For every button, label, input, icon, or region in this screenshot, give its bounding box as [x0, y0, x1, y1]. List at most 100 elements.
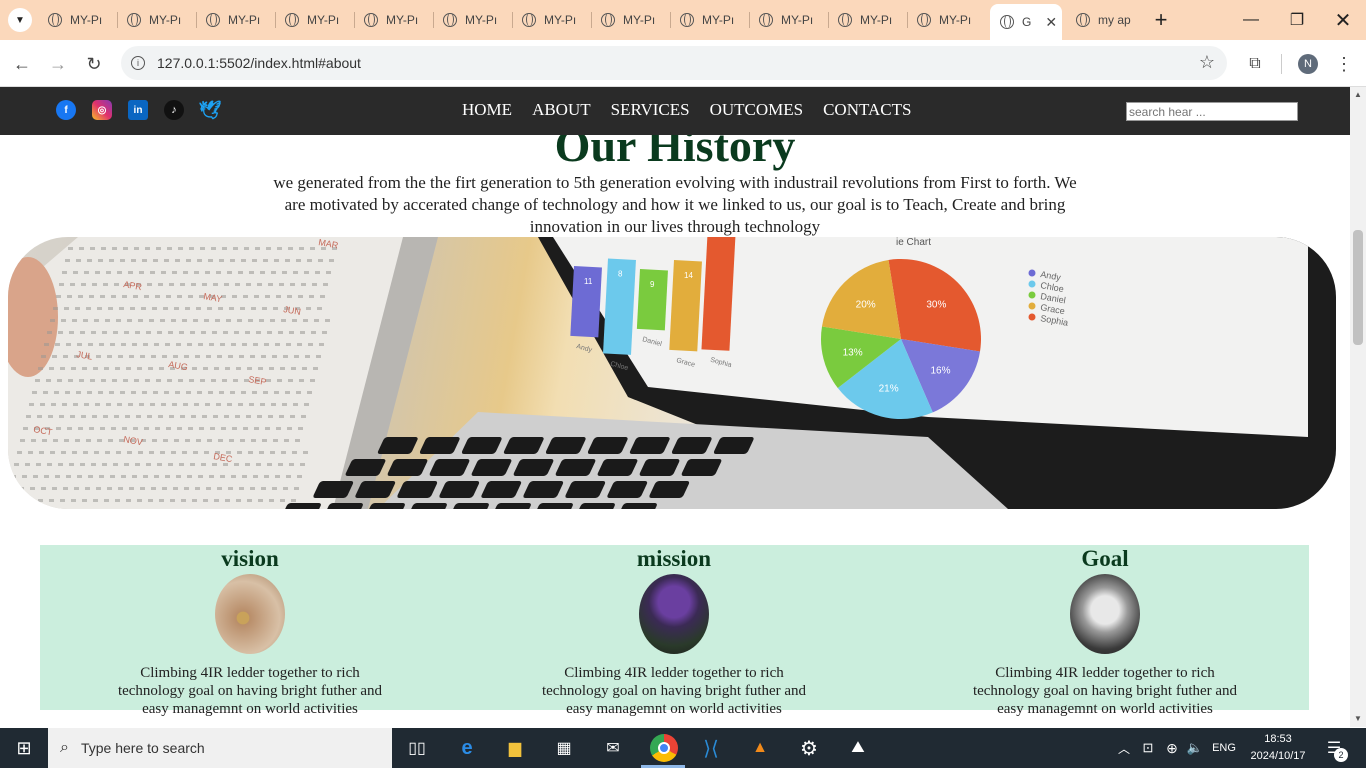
settings-gear-icon[interactable]: ⚙: [797, 736, 821, 760]
browser-tab[interactable]: G ✕: [990, 4, 1062, 40]
nav-services-link[interactable]: SERVICES: [611, 100, 690, 120]
file-explorer-icon[interactable]: ▆: [503, 736, 527, 760]
speaker-icon[interactable]: 🔈: [1183, 736, 1207, 760]
tiktok-icon[interactable]: ♪: [164, 100, 184, 120]
profile-avatar[interactable]: N: [1298, 54, 1318, 74]
edge-icon[interactable]: e: [455, 736, 479, 760]
task-view-icon[interactable]: ▯▯: [405, 736, 429, 760]
extensions-icon[interactable]: ⧉: [1243, 52, 1267, 76]
browser-tab[interactable]: my ap: [1066, 6, 1144, 34]
scrollbar-thumb[interactable]: [1353, 230, 1363, 345]
tray-network-icon[interactable]: ⊡: [1136, 736, 1160, 760]
language-indicator[interactable]: ENG: [1210, 736, 1238, 760]
tab-search-button[interactable]: ▼: [4, 0, 36, 40]
nav-home-link[interactable]: HOME: [462, 100, 512, 120]
browser-tab[interactable]: MY-Pı: [38, 6, 118, 34]
goal-title: Goal: [1081, 546, 1129, 571]
address-toolbar: ← → ↻ i 127.0.0.1:5502/index.html#about …: [0, 40, 1366, 87]
hero-bar-value: 8: [618, 270, 623, 279]
globe-icon: [1000, 15, 1014, 29]
site-menu: HOME ABOUT SERVICES OUTCOMES CONTACTS: [462, 100, 911, 120]
system-clock[interactable]: 18:53 2024/10/17: [1248, 731, 1308, 765]
hero-legend-marker: [1028, 269, 1036, 277]
hero-bar-value: 11: [584, 277, 593, 286]
chevron-down-icon: ▼: [8, 8, 32, 32]
forward-button[interactable]: →: [46, 52, 70, 76]
tab-label: MY-Pı: [860, 13, 893, 27]
vlc-icon[interactable]: ▲: [748, 736, 772, 760]
reload-button[interactable]: ↻: [82, 52, 106, 76]
web-page-viewport: f ◎ in ♪ 🕊 HOME ABOUT SERVICES OUTCOMES …: [0, 87, 1350, 727]
browser-tab[interactable]: MY-Pı: [275, 6, 355, 34]
globe-icon: [917, 13, 931, 27]
taskbar-search[interactable]: ⌕ Type here to search: [48, 728, 392, 768]
tab-label: MY-Pı: [386, 13, 419, 27]
instagram-icon[interactable]: ◎: [92, 100, 112, 120]
goal-text: Climbing 4IR ledder together to rich tec…: [972, 665, 1238, 717]
search-icon: ⌕: [60, 739, 69, 756]
hero-legend-marker: [1028, 313, 1036, 321]
values-section: vision Climbing 4IR ledder together to r…: [40, 545, 1309, 717]
hero-pie-label: 21%: [879, 383, 899, 394]
maximize-button[interactable]: ❐: [1274, 0, 1320, 40]
hero-chart-title: ie Chart: [896, 237, 931, 248]
globe-icon: [759, 13, 773, 27]
site-navbar: f ◎ in ♪ 🕊 HOME ABOUT SERVICES OUTCOMES …: [0, 87, 1350, 135]
browser-tab[interactable]: MY-Pı: [749, 6, 829, 34]
hero-image: 11 Andy 8 Chloe 9 Daniel 14 Grace Sophia ie Chart…: [8, 237, 1336, 509]
page-scrollbar[interactable]: ▲ ▼: [1350, 87, 1366, 727]
browser-tab[interactable]: MY-Pı: [907, 6, 985, 34]
mail-icon[interactable]: ✉: [601, 736, 625, 760]
facebook-icon[interactable]: f: [56, 100, 76, 120]
nav-outcomes-link[interactable]: OUTCOMES: [710, 100, 804, 120]
globe-icon: [522, 13, 536, 27]
hero-legend-marker: [1028, 291, 1036, 299]
close-window-button[interactable]: ✕: [1320, 0, 1366, 40]
tray-chevron-icon[interactable]: ︿: [1112, 736, 1136, 760]
vscode-icon[interactable]: ⟩⟨: [699, 736, 723, 760]
browser-menu-icon[interactable]: ⋮: [1332, 52, 1356, 76]
scroll-up-icon[interactable]: ▲: [1354, 90, 1362, 99]
nav-about-link[interactable]: ABOUT: [532, 100, 591, 120]
globe-icon[interactable]: ⊕: [1160, 736, 1184, 760]
goal-image: [1070, 574, 1140, 654]
browser-tab[interactable]: MY-Pı: [512, 6, 592, 34]
browser-tab[interactable]: MY-Pı: [433, 6, 513, 34]
mission-text: Climbing 4IR ledder together to rich tec…: [541, 665, 807, 717]
tab-label: MY-Pı: [228, 13, 261, 27]
browser-tab[interactable]: MY-Pı: [117, 6, 197, 34]
vision-text: Climbing 4IR ledder together to rich tec…: [117, 665, 383, 717]
linkedin-icon[interactable]: in: [128, 100, 148, 120]
site-info-icon[interactable]: i: [131, 56, 145, 70]
browser-tab[interactable]: MY-Pı: [828, 6, 908, 34]
new-tab-button[interactable]: +: [1146, 0, 1176, 40]
browser-tab[interactable]: MY-Pı: [196, 6, 276, 34]
hero-legend-marker: [1028, 302, 1036, 310]
bookmark-star-icon[interactable]: ☆: [1199, 52, 1215, 73]
twitter-icon[interactable]: 🕊: [199, 100, 222, 120]
address-bar[interactable]: i 127.0.0.1:5502/index.html#about ☆: [121, 46, 1227, 80]
windows-start-icon[interactable]: ⊞: [12, 736, 36, 760]
nav-contacts-link[interactable]: CONTACTS: [823, 100, 911, 120]
chrome-icon[interactable]: [650, 734, 678, 762]
back-button[interactable]: ←: [10, 52, 34, 76]
minimize-button[interactable]: —: [1228, 0, 1274, 40]
tab-label: MY-Pı: [149, 13, 182, 27]
globe-icon: [601, 13, 615, 27]
browser-tab[interactable]: MY-Pı: [354, 6, 434, 34]
vision-title: vision: [221, 546, 279, 571]
globe-icon: [364, 13, 378, 27]
store-icon[interactable]: ▦: [552, 736, 576, 760]
site-search-input[interactable]: [1126, 102, 1298, 121]
tab-label: MY-Pı: [623, 13, 656, 27]
scroll-down-icon[interactable]: ▼: [1354, 714, 1362, 723]
photos-icon[interactable]: ⛰: [846, 736, 870, 760]
browser-tab[interactable]: MY-Pı: [670, 6, 750, 34]
mission-title: mission: [636, 546, 712, 571]
browser-tab[interactable]: MY-Pı: [591, 6, 671, 34]
tab-label: MY-Pı: [702, 13, 735, 27]
tab-label: MY-Pı: [70, 13, 103, 27]
close-tab-icon[interactable]: ✕: [1045, 14, 1057, 31]
clock-time: 18:53: [1264, 733, 1292, 745]
globe-icon: [206, 13, 220, 27]
